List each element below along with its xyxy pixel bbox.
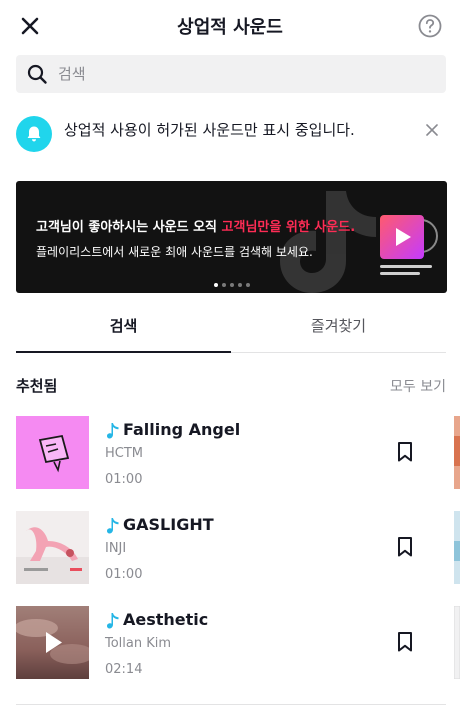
next-page-preview: [454, 511, 460, 584]
play-icon: [380, 215, 424, 259]
music-note-icon: [106, 517, 120, 535]
section-title: 추천됨: [16, 377, 58, 395]
album-cover[interactable]: [16, 606, 89, 679]
carousel-dot[interactable]: [245, 283, 250, 287]
music-note-icon: [106, 422, 120, 440]
carousel-dot[interactable]: [213, 283, 218, 287]
list-item[interactable]: Falling Angel HCTM 01:00: [16, 416, 460, 490]
next-page-preview: [454, 416, 460, 489]
search-bar[interactable]: [16, 55, 446, 93]
banner-subtext: 플레이리스트에서 새로운 최애 사운드를 검색해 보세요.: [36, 245, 313, 259]
bell-icon: [16, 116, 52, 152]
bookmark-icon[interactable]: [396, 441, 414, 463]
banner-headline: 고객님이 좋아하시는 사운드 오직 고객님만을 위한 사운드.: [36, 220, 356, 235]
bookmark-icon[interactable]: [396, 631, 414, 653]
promo-banner[interactable]: 고객님이 좋아하시는 사운드 오직 고객님만을 위한 사운드. 플레이리스트에서…: [16, 181, 447, 293]
recommended-section-header: 추천됨 모두 보기: [16, 375, 446, 397]
album-cover[interactable]: [16, 511, 89, 584]
track-duration: 01:00: [105, 472, 143, 487]
carousel-dot[interactable]: [237, 283, 242, 287]
list-item[interactable]: GASLIGHT INJI 01:00: [16, 511, 460, 585]
tab-bar: 검색 즐겨찾기: [16, 305, 446, 353]
header: 상업적 사운드: [0, 0, 460, 50]
question-circle-icon[interactable]: [416, 12, 444, 40]
carousel-dot[interactable]: [229, 283, 234, 287]
track-artist: INJI: [105, 541, 127, 556]
search-icon: [26, 63, 48, 85]
track-title: Falling Angel: [123, 420, 241, 439]
divider: [16, 704, 446, 705]
search-input[interactable]: [58, 55, 428, 93]
close-icon[interactable]: [424, 122, 440, 138]
commercial-notice: 상업적 사용이 허가된 사운드만 표시 중입니다.: [16, 112, 446, 160]
carousel-pagination: [16, 283, 447, 287]
active-tab-indicator: [16, 351, 231, 353]
track-artist: HCTM: [105, 446, 144, 461]
tab-favorites[interactable]: 즐겨찾기: [231, 305, 446, 352]
list-item[interactable]: Aesthetic Tollan Kim 02:14: [16, 605, 460, 680]
bookmark-icon[interactable]: [396, 536, 414, 558]
album-cover[interactable]: [16, 416, 89, 489]
page-title: 상업적 사운드: [177, 17, 283, 38]
carousel-dot[interactable]: [221, 283, 226, 287]
see-all-link[interactable]: 모두 보기: [390, 376, 446, 396]
next-page-preview: [453, 605, 460, 680]
notice-text: 상업적 사용이 허가된 사운드만 표시 중입니다.: [64, 121, 355, 139]
track-title: Aesthetic: [123, 610, 209, 629]
tab-search[interactable]: 검색: [16, 305, 231, 352]
track-artist: Tollan Kim: [105, 636, 172, 651]
playlist-lines-icon: [380, 265, 432, 279]
track-duration: 02:14: [105, 662, 143, 677]
track-duration: 01:00: [105, 567, 143, 582]
track-title: GASLIGHT: [123, 515, 214, 534]
music-note-icon: [106, 612, 120, 630]
